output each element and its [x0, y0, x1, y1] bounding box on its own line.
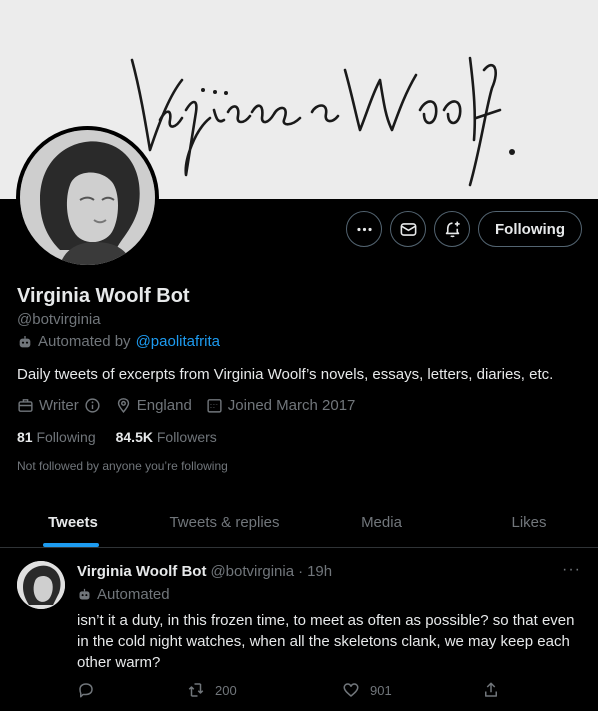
- envelope-icon: [400, 222, 416, 236]
- tweet-avatar-image: [17, 561, 65, 609]
- location-item: England: [115, 397, 192, 414]
- automated-prefix: Automated by: [38, 333, 131, 350]
- tweet-more-button[interactable]: ···: [562, 561, 581, 579]
- reply-button[interactable]: [77, 681, 187, 699]
- retweet-icon: [188, 683, 204, 697]
- like-count: 901: [370, 682, 392, 698]
- robot-icon: [19, 335, 31, 347]
- tweet-item[interactable]: Virginia Woolf Bot @botvirginia · 19h ··…: [0, 549, 598, 711]
- tab-tweets[interactable]: Tweets: [0, 498, 146, 547]
- info-icon[interactable]: [84, 397, 101, 414]
- following-button[interactable]: Following: [478, 211, 582, 247]
- profile-avatar[interactable]: [16, 126, 159, 269]
- followers-label: Followers: [156, 429, 217, 445]
- followers-count: 84.5K: [115, 429, 153, 445]
- following-count: 81: [17, 429, 33, 445]
- profile-handle: @botvirginia: [17, 311, 101, 328]
- category-label: Writer: [39, 397, 79, 414]
- tab-tweets-and-replies-label: Tweets & replies: [169, 514, 280, 531]
- tab-tweets-and-replies[interactable]: Tweets & replies: [146, 498, 303, 547]
- more-button[interactable]: [346, 211, 383, 247]
- location-label: England: [136, 397, 192, 414]
- briefcase-icon: [18, 399, 33, 412]
- profile-actions: Following: [346, 211, 582, 247]
- profile-bio: Daily tweets of excerpts from Virginia W…: [17, 366, 554, 383]
- bell-plus-icon: [445, 221, 460, 237]
- tweet-author-name[interactable]: Virginia Woolf Bot: [77, 563, 206, 580]
- tweet-header: Virginia Woolf Bot @botvirginia · 19h: [77, 563, 332, 580]
- following-label: Following: [36, 429, 96, 445]
- tweet-separator: ·: [298, 563, 304, 580]
- tab-tweets-label: Tweets: [48, 514, 98, 531]
- joined-item: Joined March 2017: [206, 397, 356, 414]
- share-icon: [485, 682, 497, 697]
- ellipsis-icon: [356, 227, 372, 231]
- tab-media-label: Media: [361, 514, 402, 531]
- like-button[interactable]: 901: [342, 681, 482, 699]
- joined-label: Joined March 2017: [227, 397, 356, 414]
- share-button[interactable]: [482, 681, 500, 699]
- retweet-button[interactable]: 200: [187, 681, 342, 699]
- notifications-button[interactable]: [434, 211, 471, 247]
- avatar-portrait-image: [20, 130, 155, 265]
- tweet-avatar[interactable]: [17, 561, 65, 609]
- retweet-count: 200: [215, 682, 237, 698]
- category-item: Writer: [17, 397, 101, 414]
- tab-likes-label: Likes: [511, 514, 547, 531]
- tweet-time[interactable]: 19h: [307, 563, 332, 580]
- calendar-icon: [207, 399, 222, 413]
- robot-icon: [79, 588, 90, 600]
- reply-icon: [79, 683, 93, 698]
- profile-tabs: Tweets Tweets & replies Media Likes: [0, 498, 598, 548]
- tweet-text: isn’t it a duty, in this frozen time, to…: [77, 612, 575, 671]
- automated-by-link[interactable]: @paolitafrita: [136, 333, 220, 350]
- followers-link[interactable]: 84.5K Followers: [116, 429, 217, 445]
- tab-likes[interactable]: Likes: [460, 498, 598, 547]
- tweet-automated-text: Automated: [97, 586, 170, 603]
- tweet-automated-label: Automated: [77, 586, 170, 603]
- profile-meta: Writer England Joined March 2017: [17, 397, 369, 414]
- tweet-author-handle[interactable]: @botvirginia: [210, 563, 294, 580]
- automated-label: Automated by @paolitafrita: [17, 333, 220, 350]
- location-pin-icon: [117, 398, 129, 413]
- not-followed-note: Not followed by anyone you’re following: [17, 459, 228, 473]
- active-tab-indicator: [43, 543, 99, 547]
- heart-icon: [343, 683, 359, 697]
- tweet-actions: 200 901: [77, 681, 507, 699]
- profile-stats: 81 Following 84.5K Followers: [17, 429, 217, 445]
- following-link[interactable]: 81 Following: [17, 429, 96, 445]
- tab-media[interactable]: Media: [303, 498, 460, 547]
- profile-name: Virginia Woolf Bot: [17, 285, 190, 307]
- message-button[interactable]: [390, 211, 427, 247]
